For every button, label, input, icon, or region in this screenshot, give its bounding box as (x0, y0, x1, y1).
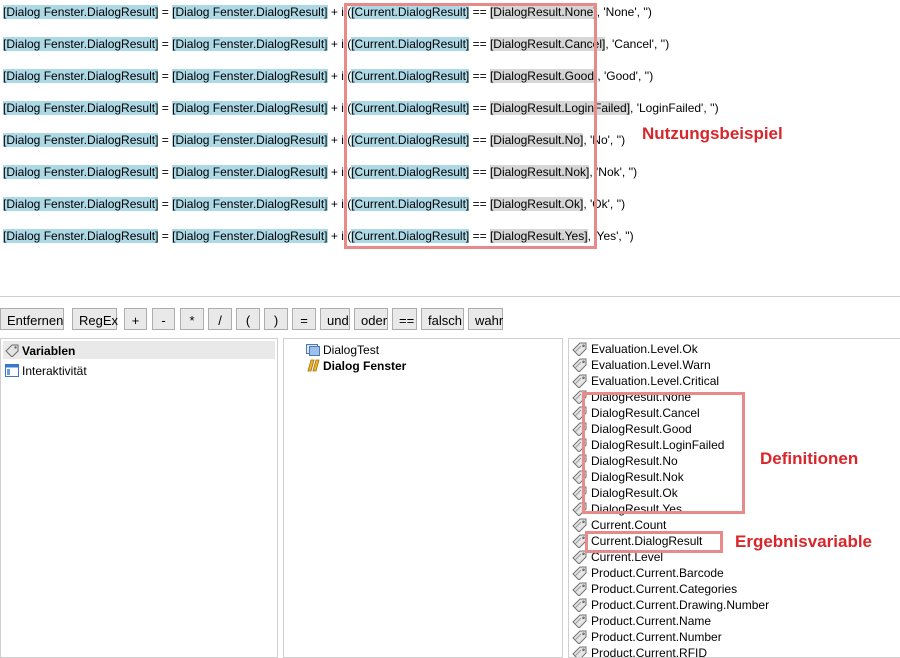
variable-item[interactable]: Product.Current.Barcode (572, 565, 724, 581)
plus-button[interactable]: + (124, 308, 147, 330)
tag-icon (572, 358, 588, 373)
close-paren-button[interactable]: ) (264, 308, 288, 330)
expr-result-literal: , 'Good', '') (597, 69, 654, 83)
expr-source: [Dialog Fenster.DialogResult] (172, 5, 328, 19)
tag-icon (572, 646, 588, 657)
expr-operator: = (158, 101, 173, 115)
expr-source: [Dialog Fenster.DialogResult] (172, 229, 328, 243)
callout-definitions: Definitionen (760, 449, 859, 468)
expr-source: [Dialog Fenster.DialogResult] (172, 165, 328, 179)
tag-icon (572, 566, 588, 581)
expr-operator: = (158, 5, 173, 19)
expr-operator: = (158, 165, 173, 179)
expr-target: [Dialog Fenster.DialogResult] (3, 165, 159, 179)
variable-item[interactable]: Product.Current.Drawing.Number (572, 597, 770, 613)
category-pane[interactable]: Variablen Interaktivität (0, 338, 278, 658)
callout-result-variable: Ergebnisvariable (735, 532, 873, 551)
variable-label: Product.Current.RFID (591, 646, 708, 658)
expr-target: [Dialog Fenster.DialogResult] (3, 229, 159, 243)
expr-target: [Dialog Fenster.DialogResult] (3, 101, 159, 115)
window-icon (5, 364, 19, 377)
category-interactivity[interactable]: Interaktivität (5, 363, 87, 379)
expr-result-literal: , 'None', '') (596, 5, 652, 19)
variable-label: Current.Count (591, 518, 667, 532)
equals-button[interactable]: == (392, 308, 417, 330)
and-button[interactable]: und (320, 308, 350, 330)
variable-label: Product.Current.Number (591, 630, 722, 644)
variable-item[interactable]: Product.Current.Name (572, 613, 712, 629)
tag-icon (5, 344, 19, 358)
category-variables-label: Variablen (22, 344, 76, 358)
variable-label: Product.Current.Categories (591, 582, 738, 596)
variable-item[interactable]: Evaluation.Level.Warn (572, 357, 711, 373)
expr-source: [Dialog Fenster.DialogResult] (172, 133, 328, 147)
expr-target: [Dialog Fenster.DialogResult] (3, 133, 159, 147)
variable-label: Evaluation.Level.Ok (591, 342, 698, 356)
expr-target: [Dialog Fenster.DialogResult] (3, 197, 159, 211)
object-pane[interactable]: DialogTest Dialog Fenster (283, 338, 563, 658)
expr-source: [Dialog Fenster.DialogResult] (172, 37, 328, 51)
usage-highlight-box (344, 3, 597, 249)
divide-button[interactable]: / (208, 308, 232, 330)
variable-label: Product.Current.Drawing.Number (591, 598, 770, 612)
expr-operator: = (158, 197, 173, 211)
project-icon (306, 343, 320, 356)
tag-icon (572, 598, 588, 613)
minus-button[interactable]: - (152, 308, 175, 330)
remove-button[interactable]: Entfernen (0, 308, 64, 330)
variable-item[interactable]: Product.Current.Categories (572, 581, 738, 597)
definitions-highlight-box (582, 392, 745, 514)
category-variables[interactable]: Variablen (5, 343, 75, 359)
tag-icon (572, 630, 588, 645)
open-paren-button[interactable]: ( (236, 308, 260, 330)
expression-editor[interactable]: [Dialog Fenster.DialogResult] = [Dialog … (0, 0, 900, 296)
expr-target: [Dialog Fenster.DialogResult] (3, 69, 159, 83)
expr-operator: = (158, 69, 173, 83)
callout-usage-example: Nutzungsbeispiel (642, 124, 783, 143)
splitter[interactable] (0, 296, 900, 297)
tag-icon (572, 582, 588, 597)
expr-result-literal: , 'Cancel', '') (605, 37, 670, 51)
result-variable-highlight-box (585, 531, 723, 553)
tag-icon (572, 614, 588, 629)
true-button[interactable]: wahr (468, 308, 503, 330)
variable-item[interactable]: Evaluation.Level.Critical (572, 373, 720, 389)
variable-label: Product.Current.Barcode (591, 566, 724, 580)
dialog-icon (306, 359, 320, 372)
expr-target: [Dialog Fenster.DialogResult] (3, 5, 159, 19)
expr-target: [Dialog Fenster.DialogResult] (3, 37, 159, 51)
expr-operator: = (158, 229, 173, 243)
expr-source: [Dialog Fenster.DialogResult] (172, 69, 328, 83)
variable-label: Evaluation.Level.Warn (591, 358, 711, 372)
variable-label: Product.Current.Name (591, 614, 712, 628)
tag-icon (572, 518, 588, 533)
object-dialogtest-label: DialogTest (323, 343, 380, 357)
false-button[interactable]: falsch (421, 308, 464, 330)
expr-result-literal: , 'LoginFailed', '') (630, 101, 719, 115)
expr-operator: = (158, 37, 173, 51)
object-dialogtest[interactable]: DialogTest (306, 342, 379, 358)
or-button[interactable]: oder (354, 308, 388, 330)
variable-item[interactable]: Product.Current.Number (572, 629, 722, 645)
variable-item[interactable]: Product.Current.RFID (572, 645, 708, 658)
variable-item[interactable]: Evaluation.Level.Ok (572, 341, 698, 357)
assign-button[interactable]: = (292, 308, 316, 330)
tag-icon (572, 374, 588, 389)
tag-icon (572, 342, 588, 357)
multiply-button[interactable]: * (180, 308, 204, 330)
expr-operator: = (158, 133, 173, 147)
expr-source: [Dialog Fenster.DialogResult] (172, 197, 328, 211)
expr-source: [Dialog Fenster.DialogResult] (172, 101, 328, 115)
object-dialog-fenster-label: Dialog Fenster (323, 359, 407, 373)
regex-button[interactable]: RegEx (72, 308, 118, 330)
variable-label: Evaluation.Level.Critical (591, 374, 720, 388)
category-interactivity-label: Interaktivität (22, 364, 87, 378)
object-dialog-fenster[interactable]: Dialog Fenster (306, 358, 406, 374)
